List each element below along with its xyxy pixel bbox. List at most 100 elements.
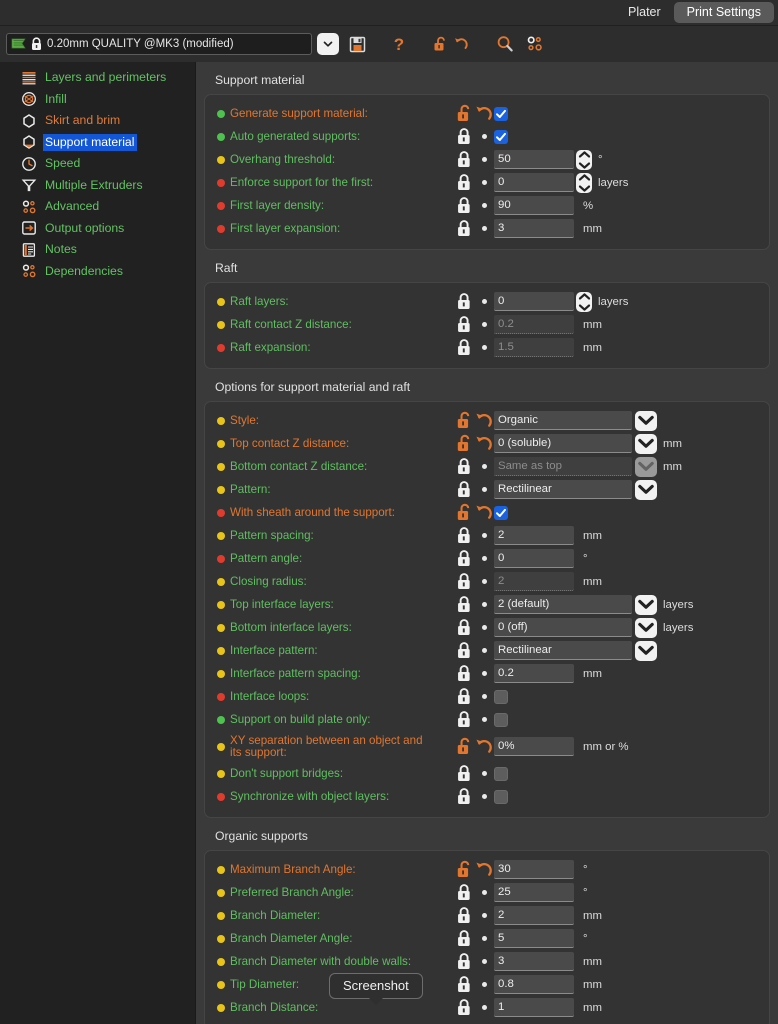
lock-revert-buttons[interactable] (432, 32, 470, 56)
system-lock-toggle[interactable] (456, 998, 474, 1017)
tab-print-settings[interactable]: Print Settings (673, 2, 774, 23)
value-input[interactable] (494, 618, 632, 637)
system-lock-toggle[interactable] (456, 860, 474, 879)
system-lock-toggle[interactable] (456, 411, 474, 430)
checkbox[interactable] (494, 766, 508, 781)
lock-open-icon[interactable] (433, 36, 450, 53)
value-input[interactable] (494, 929, 574, 948)
system-lock-toggle[interactable] (456, 549, 474, 568)
system-lock-toggle[interactable] (456, 150, 474, 169)
combo-dropdown-button[interactable] (635, 433, 657, 454)
sidebar-item-skirt-and-brim[interactable]: Skirt and brim (0, 111, 195, 130)
revert-arrow-icon[interactable] (453, 36, 469, 53)
combo-dropdown-button[interactable] (635, 410, 657, 431)
value-input[interactable] (494, 664, 574, 683)
combo-dropdown-button[interactable] (635, 617, 657, 638)
value-input[interactable] (494, 480, 632, 499)
system-lock-toggle[interactable] (456, 952, 474, 971)
revert-button[interactable] (474, 104, 494, 124)
value-input[interactable] (494, 434, 632, 453)
system-lock-toggle[interactable] (456, 173, 474, 192)
revert-button[interactable] (474, 737, 494, 757)
combo-dropdown-button[interactable] (635, 594, 657, 615)
system-lock-toggle[interactable] (456, 787, 474, 806)
checkbox[interactable] (494, 106, 508, 121)
checkbox[interactable] (494, 505, 508, 520)
system-lock-toggle[interactable] (456, 292, 474, 311)
revert-button[interactable] (474, 411, 494, 431)
sidebar-item-multiple-extruders[interactable]: Multiple Extruders (0, 176, 195, 195)
system-lock-toggle[interactable] (456, 338, 474, 357)
value-input[interactable] (494, 641, 632, 660)
value-input[interactable] (494, 860, 574, 879)
revert-placeholder-dot (474, 579, 494, 584)
value-input[interactable] (494, 173, 574, 192)
system-lock-toggle[interactable] (456, 196, 474, 215)
system-lock-toggle[interactable] (456, 883, 474, 902)
system-lock-toggle[interactable] (456, 687, 474, 706)
checkbox[interactable] (494, 689, 508, 704)
lock-closed-icon (458, 641, 470, 658)
preset-dropdown-button[interactable] (317, 33, 339, 55)
sidebar-item-output-options[interactable]: Output options (0, 219, 195, 238)
sidebar-item-infill[interactable]: Infill (0, 90, 195, 109)
sidebar-item-layers-and-perimeters[interactable]: Layers and perimeters (0, 68, 195, 87)
system-lock-toggle[interactable] (456, 315, 474, 334)
search-button[interactable] (494, 32, 516, 56)
save-preset-button[interactable] (346, 32, 368, 56)
preset-combobox[interactable]: 0.20mm QUALITY @MK3 (modified) (6, 33, 312, 55)
system-lock-toggle[interactable] (456, 219, 474, 238)
spinner-buttons[interactable] (576, 172, 592, 193)
value-input[interactable] (494, 150, 574, 169)
checkbox[interactable] (494, 129, 508, 144)
revert-button[interactable] (474, 860, 494, 880)
value-input[interactable] (494, 292, 574, 311)
system-lock-toggle[interactable] (456, 764, 474, 783)
value-input[interactable] (494, 975, 574, 994)
value-input[interactable] (494, 549, 574, 568)
checkbox[interactable] (494, 712, 508, 727)
value-input[interactable] (494, 883, 574, 902)
system-lock-toggle[interactable] (456, 618, 474, 637)
combo-dropdown-button[interactable] (635, 479, 657, 500)
sidebar-item-notes[interactable]: Notes (0, 240, 195, 259)
value-input[interactable] (494, 526, 574, 545)
spinner-buttons[interactable] (576, 291, 592, 312)
system-lock-toggle[interactable] (456, 737, 474, 756)
combo-dropdown-button[interactable] (635, 640, 657, 661)
system-lock-toggle[interactable] (456, 664, 474, 683)
system-lock-toggle[interactable] (456, 929, 474, 948)
spinner-buttons[interactable] (576, 149, 592, 170)
system-lock-toggle[interactable] (456, 503, 474, 522)
help-button[interactable]: ? (386, 32, 412, 56)
value-input[interactable] (494, 219, 574, 238)
system-lock-toggle[interactable] (456, 595, 474, 614)
system-lock-toggle[interactable] (456, 710, 474, 729)
value-input[interactable] (494, 952, 574, 971)
settings-mode-button[interactable] (524, 32, 546, 56)
system-lock-toggle[interactable] (456, 641, 474, 660)
system-lock-toggle[interactable] (456, 434, 474, 453)
system-lock-toggle[interactable] (456, 480, 474, 499)
system-lock-toggle[interactable] (456, 906, 474, 925)
sidebar-item-dependencies[interactable]: Dependencies (0, 262, 195, 281)
revert-button[interactable] (474, 503, 494, 523)
tab-plater[interactable]: Plater (615, 2, 674, 23)
system-lock-toggle[interactable] (456, 457, 474, 476)
value-input[interactable] (494, 411, 632, 430)
value-input[interactable] (494, 196, 574, 215)
revert-button[interactable] (474, 434, 494, 454)
value-input[interactable] (494, 737, 574, 756)
system-lock-toggle[interactable] (456, 104, 474, 123)
value-input[interactable] (494, 595, 632, 614)
sidebar-item-speed[interactable]: Speed (0, 154, 195, 173)
sidebar-item-advanced[interactable]: Advanced (0, 197, 195, 216)
system-lock-toggle[interactable] (456, 526, 474, 545)
checkbox[interactable] (494, 789, 508, 804)
system-lock-toggle[interactable] (456, 975, 474, 994)
system-lock-toggle[interactable] (456, 127, 474, 146)
sidebar-item-support-material[interactable]: Support material (0, 133, 195, 152)
system-lock-toggle[interactable] (456, 572, 474, 591)
value-input[interactable] (494, 906, 574, 925)
value-input[interactable] (494, 998, 574, 1017)
